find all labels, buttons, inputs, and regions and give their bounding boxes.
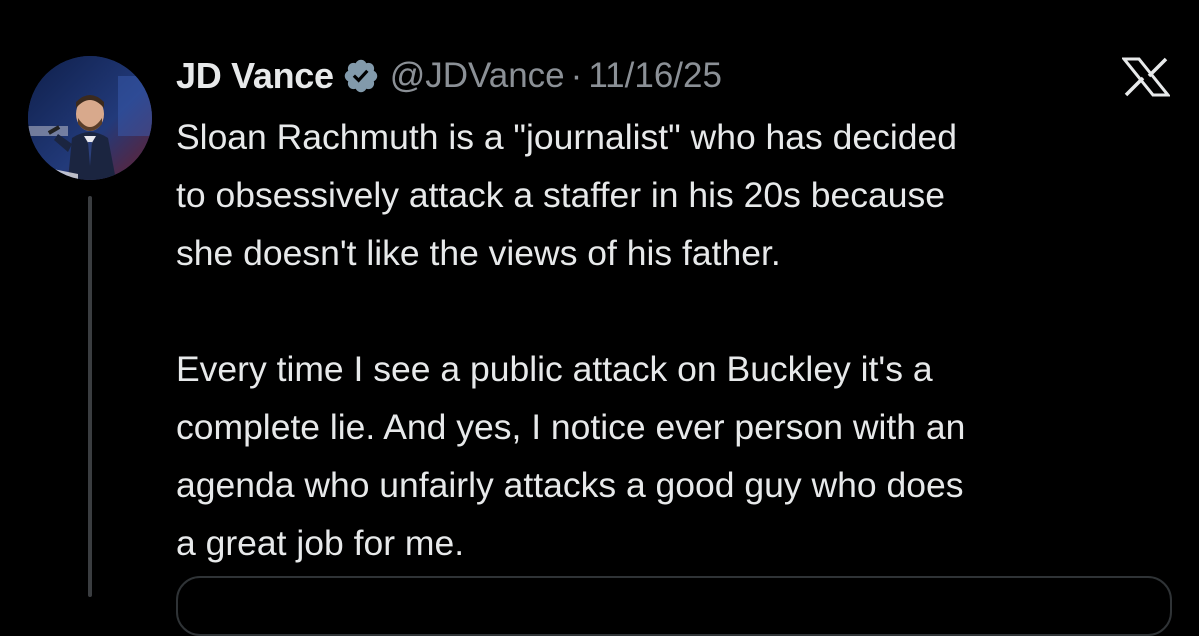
text-line: Sloan Rachmuth is a "journalist" who has… [176, 117, 957, 157]
quoted-post-card[interactable] [176, 576, 1172, 636]
text-line: she doesn't like the views of his father… [176, 233, 781, 273]
tweet-card: JD Vance @JDVance · 11/16/25 Sloan Rachm… [0, 0, 1199, 636]
text-line: complete lie. And yes, I notice ever per… [176, 407, 966, 447]
text-line: to obsessively attack a staffer in his 2… [176, 175, 945, 215]
tweet-paragraph: Every time I see a public attack on Buck… [176, 340, 1166, 572]
text-line: agenda who unfairly attacks a good guy w… [176, 465, 964, 505]
tweet-paragraph: Sloan Rachmuth is a "journalist" who has… [176, 108, 1166, 282]
avatar[interactable] [28, 56, 152, 180]
avatar-photo [28, 56, 152, 180]
tweet-header: JD Vance @JDVance · 11/16/25 [176, 50, 722, 102]
post-date[interactable]: 11/16/25 [588, 56, 722, 96]
header-separator: · [570, 56, 583, 95]
verified-badge-icon [342, 57, 380, 95]
text-line: a great job for me. [176, 523, 465, 563]
thread-line [88, 196, 92, 597]
display-name[interactable]: JD Vance [176, 55, 334, 97]
tweet-text: Sloan Rachmuth is a "journalist" who has… [176, 108, 1166, 572]
text-line: Every time I see a public attack on Buck… [176, 349, 933, 389]
x-logo-icon [1120, 57, 1172, 97]
user-handle[interactable]: @JDVance [390, 56, 565, 96]
